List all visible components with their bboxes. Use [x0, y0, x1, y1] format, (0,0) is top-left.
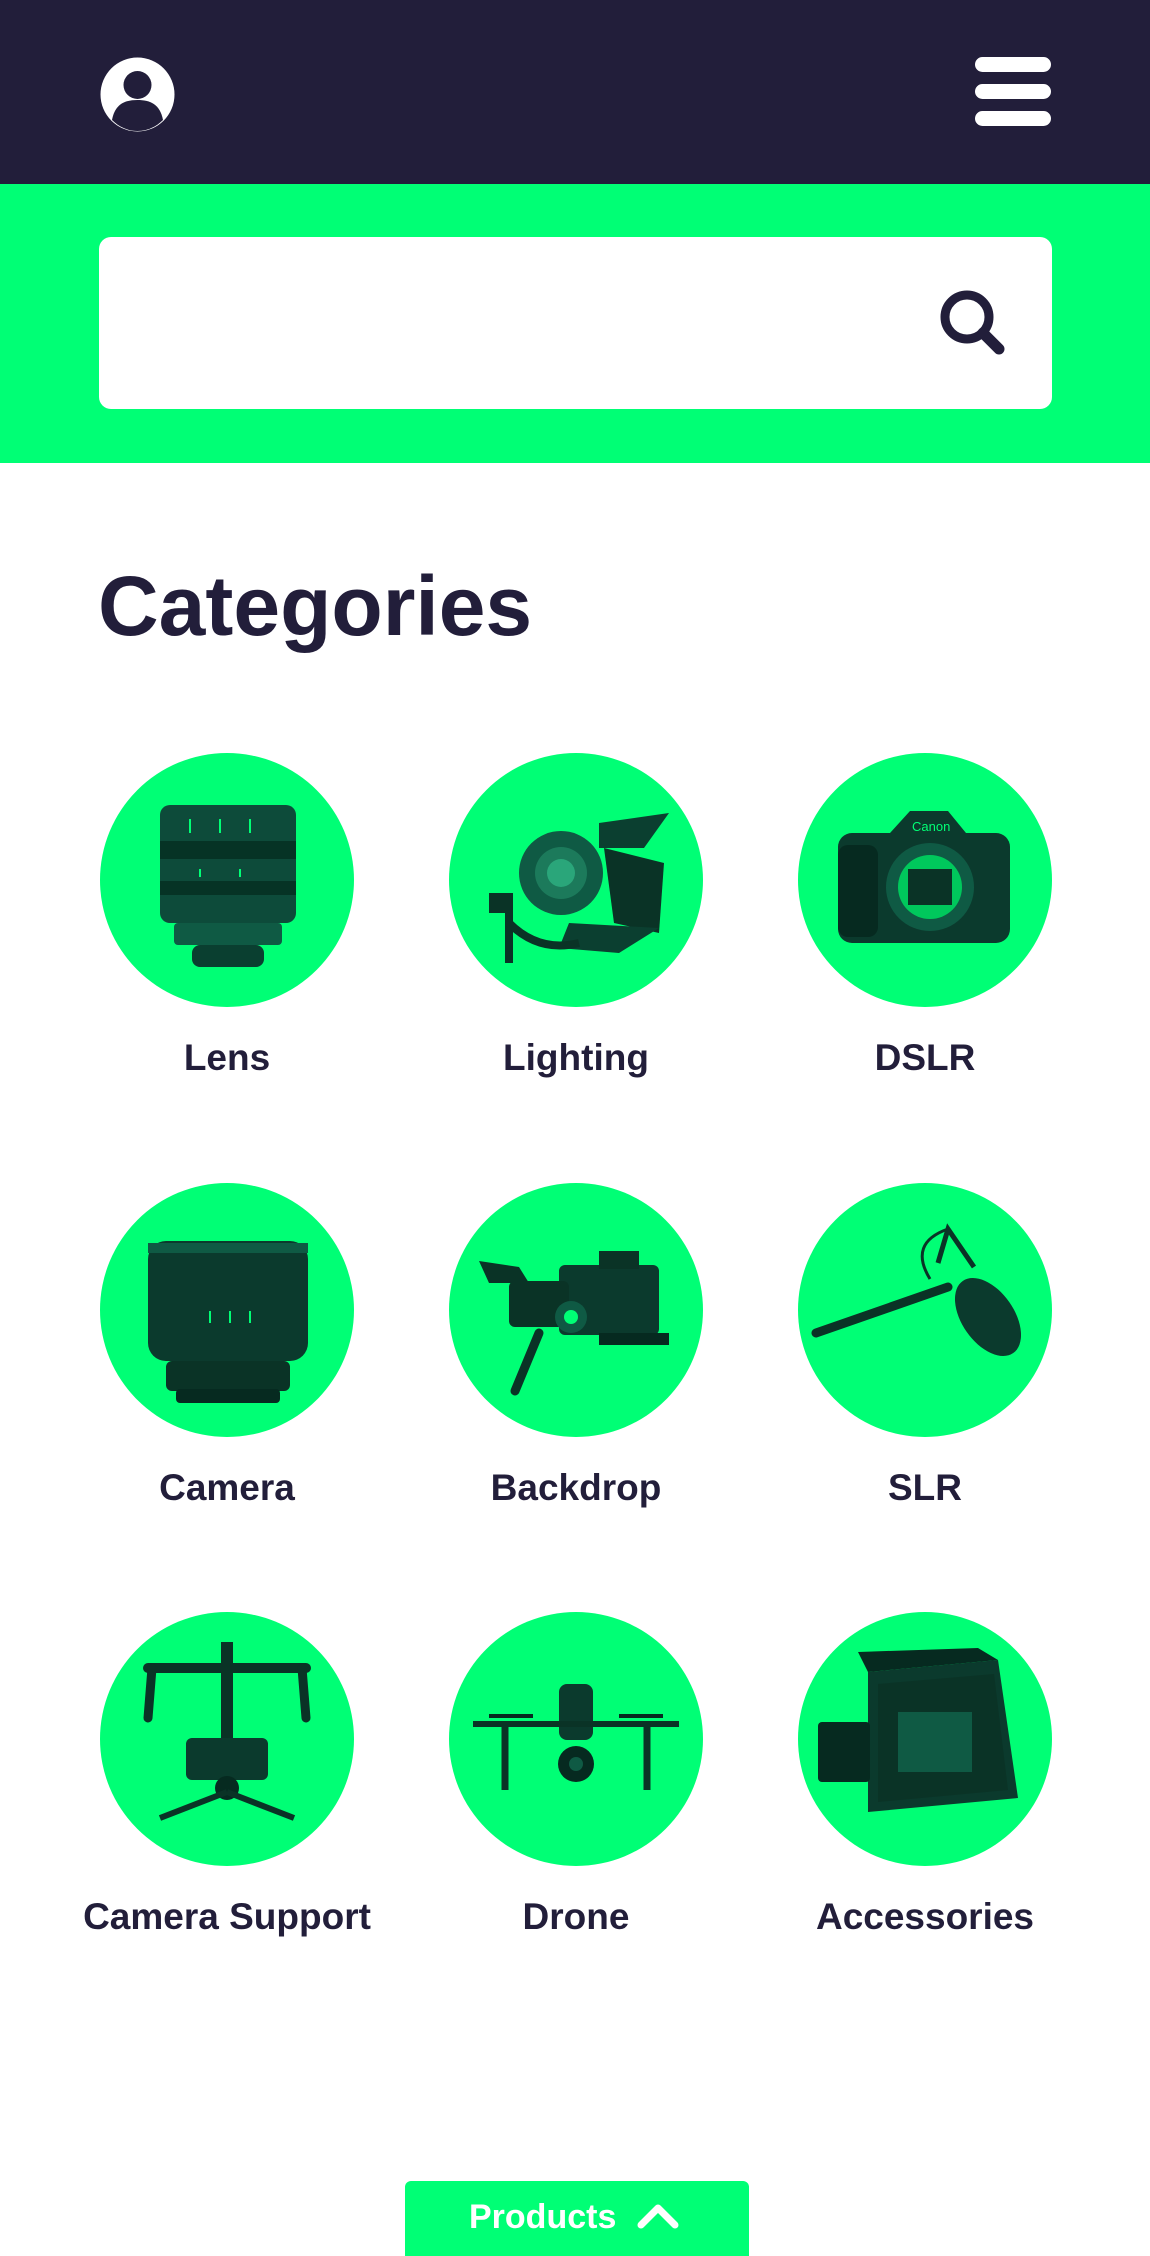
user-profile-icon[interactable] [99, 56, 176, 133]
top-navigation-bar [0, 0, 1150, 184]
hamburger-menu-icon[interactable] [972, 54, 1054, 130]
category-label: Lighting [503, 1037, 649, 1078]
category-camera[interactable]: Camera [50, 1183, 400, 1553]
category-label: Backdrop [490, 1467, 662, 1508]
category-drone[interactable]: Drone [399, 1612, 749, 1982]
camera-lens-icon [100, 1183, 354, 1437]
category-label: Camera Support [83, 1896, 371, 1937]
search-icon[interactable] [929, 279, 1019, 369]
category-label: SLR [888, 1467, 962, 1508]
page-title: Categories [98, 559, 533, 653]
category-label: Accessories [815, 1896, 1035, 1937]
category-camera-support[interactable]: Camera Support [50, 1612, 400, 1982]
cine-lens-icon [100, 753, 354, 1007]
spotlight-icon [449, 753, 703, 1007]
chevron-up-icon [635, 2197, 681, 2233]
search-box [99, 237, 1052, 409]
category-backdrop[interactable]: Backdrop [399, 1183, 749, 1553]
category-label: DSLR [874, 1037, 976, 1078]
products-label: Products [469, 2198, 617, 2236]
category-dslr[interactable]: Canon DSLR [748, 753, 1098, 1123]
matte-box-icon [798, 1612, 1052, 1866]
category-lighting[interactable]: Lighting [399, 753, 749, 1123]
category-lens[interactable]: Lens [50, 753, 400, 1123]
drone-icon [449, 1612, 703, 1866]
svg-text:Canon: Canon [912, 819, 950, 834]
category-slr[interactable]: SLR [748, 1183, 1098, 1553]
category-label: Lens [183, 1037, 271, 1078]
gimbal-stabilizer-icon [100, 1612, 354, 1866]
dslr-body-icon: Canon [798, 753, 1052, 1007]
category-accessories[interactable]: Accessories [748, 1612, 1098, 1982]
products-button[interactable]: Products [405, 2181, 749, 2256]
category-label: Camera [159, 1467, 295, 1508]
category-label: Drone [522, 1896, 630, 1937]
cinema-camera-rig-icon [449, 1183, 703, 1437]
search-input[interactable] [129, 277, 913, 371]
boom-microphone-icon [798, 1183, 1052, 1437]
